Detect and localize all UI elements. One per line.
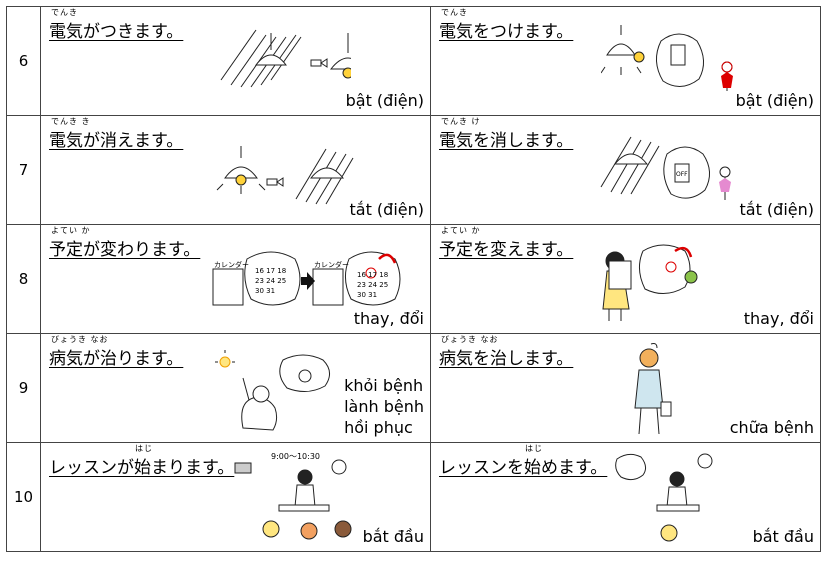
- table-row: 8 よてい か 予定が変わります。 カレンダー カレンダー 16 17 18 2…: [6, 224, 821, 334]
- meaning-line: bắt đầu: [752, 527, 814, 546]
- intransitive-cell: はじ レッスンが始まります。 9:00〜10:30 bắt đầu: [40, 442, 431, 552]
- meaning-line: tắt (điện): [739, 200, 814, 219]
- meaning: thay, đổi: [744, 308, 814, 329]
- calendar-dates: 23 24 25: [357, 281, 388, 289]
- example-sentence: びょうき なお 病気を治します。: [439, 335, 574, 369]
- person-switching-on-illustration: [601, 25, 733, 91]
- row-number: 6: [6, 6, 41, 116]
- furigana: よてい か: [441, 226, 481, 235]
- meaning-line: lành bệnh: [344, 397, 424, 416]
- transitive-cell: でんき け 電気を消します。 OFF tắt (điện): [430, 115, 821, 225]
- lamp-turning-on-illustration: [220, 29, 351, 88]
- calendar-dates: 30 31: [357, 291, 377, 299]
- calendar-dates: 16 17 18: [255, 267, 286, 275]
- furigana: よてい か: [51, 226, 91, 235]
- intransitive-cell: でんき 電気がつきます。 bật (điện): [40, 6, 431, 116]
- meaning-line: thay, đổi: [353, 309, 424, 328]
- meaning: khỏi bệnh lành bệnh hồi phục: [344, 375, 424, 438]
- transitive-cell: でんき 電気をつけます。 bật (điện): [430, 6, 821, 116]
- meaning: bật (điện): [736, 90, 814, 111]
- sentence-text: 病気を治します。: [439, 349, 574, 369]
- meaning-line: hồi phục: [344, 418, 413, 437]
- intransitive-cell: びょうき なお 病気が治ります。 khỏi bệnh lành bệnh hồi…: [40, 333, 431, 443]
- person-changing-schedule-illustration: [602, 244, 698, 321]
- meaning-line: chữa bệnh: [729, 418, 814, 437]
- furigana: はじ: [135, 444, 153, 453]
- lesson-starting-illustration: 9:00〜10:30: [234, 452, 352, 540]
- calendar-dates: 30 31: [255, 287, 275, 295]
- transitive-cell: びょうき なお 病気を治します。 chữa bệnh: [430, 333, 821, 443]
- row-number: 9: [6, 333, 41, 443]
- meaning-line: bật (điện): [345, 91, 424, 110]
- meaning-line: khỏi bệnh: [344, 376, 424, 395]
- row-number: 8: [6, 224, 41, 334]
- transitive-cell: はじ レッスンを始めます。 bắt đầu: [430, 442, 821, 552]
- meaning: tắt (điện): [739, 199, 814, 220]
- row-number: 7: [6, 115, 41, 225]
- sentence-text: 病気が治ります。: [49, 349, 184, 369]
- intransitive-cell: よてい か 予定が変わります。 カレンダー カレンダー 16 17 18 23 …: [40, 224, 431, 334]
- table-row: 10 はじ レッスンが始まります。 9:00〜10:30 bắt đầu はじ …: [6, 442, 821, 552]
- calendar-dates: 16 17 18: [357, 271, 388, 279]
- example-sentence: びょうき なお 病気が治ります。: [49, 335, 184, 369]
- example-sentence: でんき 電気をつけます。: [439, 8, 574, 42]
- furigana: びょうき なお: [51, 335, 109, 344]
- meaning: bắt đầu: [363, 526, 424, 547]
- meaning-line: bật (điện): [735, 91, 814, 110]
- row-number: 10: [6, 442, 41, 552]
- sentence-text: レッスンを始めます。: [439, 458, 608, 478]
- meaning: bắt đầu: [753, 526, 814, 547]
- table-row: 6 でんき 電気がつきます。 bật (điện) でんき 電気をつけます。 b…: [6, 6, 821, 116]
- vocabulary-table: 6 でんき 電気がつきます。 bật (điện) でんき 電気をつけます。 b…: [6, 6, 821, 552]
- intransitive-cell: でんき き 電気が消えます。 tắt (điện): [40, 115, 431, 225]
- meaning: chữa bệnh: [730, 417, 814, 438]
- furigana: でんき き: [51, 117, 91, 126]
- sentence-text: 電気をつけます。: [439, 22, 574, 42]
- calendar-dates: 23 24 25: [255, 277, 286, 285]
- example-sentence: はじ レッスンが始まります。: [49, 444, 235, 478]
- table-row: 7 でんき き 電気が消えます。 tắt (điện) でんき け 電気を消しま…: [6, 115, 821, 225]
- example-sentence: よてい か 予定が変わります。: [49, 226, 201, 260]
- recovering-patient-illustration: [215, 350, 330, 431]
- sentence-text: 電気が消えます。: [49, 131, 184, 151]
- clock-time: 9:00〜10:30: [271, 452, 320, 461]
- meaning-line: thay, đổi: [743, 309, 814, 328]
- meaning: thay, đổi: [354, 308, 424, 329]
- sentence-text: レッスンが始まります。: [49, 458, 235, 478]
- furigana: でんき: [441, 8, 468, 17]
- meaning-line: tắt (điện): [349, 200, 424, 219]
- furigana: はじ: [525, 444, 543, 453]
- furigana: びょうき なお: [441, 335, 499, 344]
- transitive-cell: よてい か 予定を変えます。 thay, đổi: [430, 224, 821, 334]
- off-label: OFF: [676, 171, 688, 178]
- example-sentence: はじ レッスンを始めます。: [439, 444, 608, 478]
- sentence-text: 予定が変わります。: [49, 240, 201, 260]
- calendar-label: カレンダー: [214, 260, 249, 269]
- example-sentence: でんき 電気がつきます。: [49, 8, 184, 42]
- example-sentence: でんき け 電気を消します。: [439, 117, 574, 151]
- person-taking-medicine-illustration: [634, 343, 672, 435]
- meaning: tắt (điện): [349, 199, 424, 220]
- example-sentence: でんき き 電気が消えます。: [49, 117, 184, 151]
- example-sentence: よてい か 予定を変えます。: [439, 226, 574, 260]
- sentence-text: 電気を消します。: [439, 131, 574, 151]
- furigana: でんき: [51, 8, 78, 17]
- sentence-text: 予定を変えます。: [439, 240, 574, 260]
- calendar-change-illustration: カレンダー カレンダー 16 17 18 23 24 25 30 31 16 1…: [212, 251, 401, 306]
- person-switching-off-illustration: OFF: [600, 136, 731, 200]
- teacher-starting-lesson-illustration: [615, 453, 713, 542]
- table-row: 9 びょうき なお 病気が治ります。 khỏi bệnh lành bệnh h…: [6, 333, 821, 443]
- sentence-text: 電気がつきます。: [49, 22, 184, 42]
- calendar-label: カレンダー: [314, 260, 349, 269]
- lamp-turning-off-illustration: [216, 146, 354, 205]
- furigana: でんき け: [441, 117, 481, 126]
- meaning-line: bắt đầu: [362, 527, 424, 546]
- meaning: bật (điện): [346, 90, 424, 111]
